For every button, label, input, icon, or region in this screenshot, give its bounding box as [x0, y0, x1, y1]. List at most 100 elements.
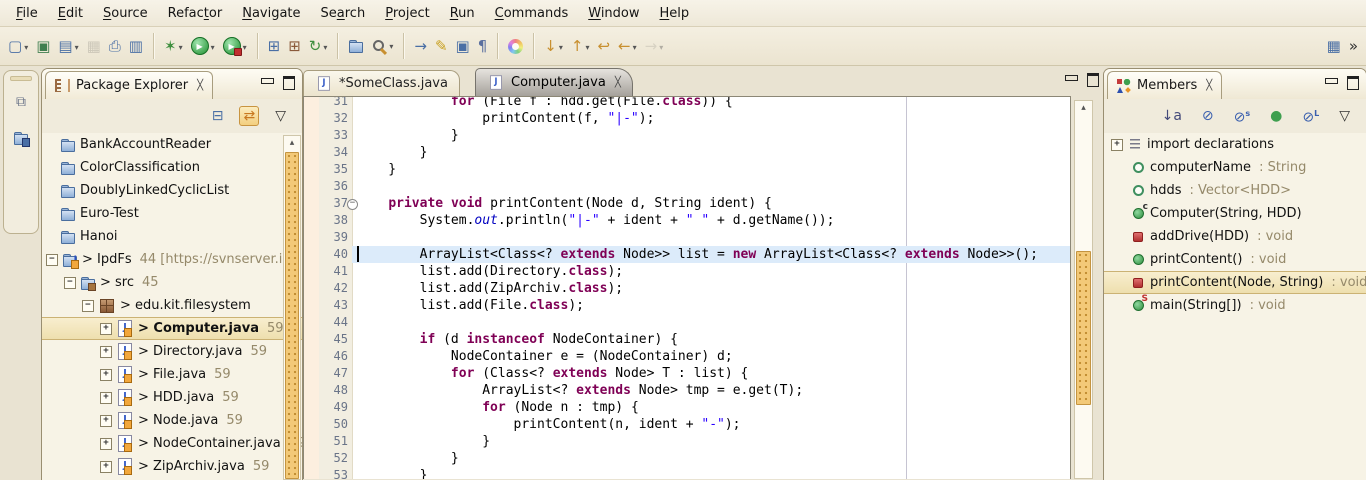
forward-button[interactable]: →▾ — [641, 35, 668, 58]
code-line-52[interactable]: 52 } — [304, 450, 1070, 467]
maximize-button[interactable] — [283, 76, 295, 90]
menu-window[interactable]: Window — [578, 3, 649, 24]
tree-item-colorclassification[interactable]: ColorClassification — [42, 156, 302, 179]
expander-icon[interactable]: + — [100, 415, 112, 427]
new-view-button[interactable]: ▤▾ — [54, 35, 82, 58]
fast-view-button[interactable]: ▦ — [1323, 35, 1345, 58]
expander-icon[interactable]: − — [82, 300, 94, 312]
view-menu-button[interactable]: ▽ — [1335, 106, 1354, 126]
open-resource-button[interactable] — [344, 35, 368, 57]
code-line-50[interactable]: 50 printContent(n, ident + "-"); — [304, 416, 1070, 433]
code-line-35[interactable]: 35 } — [304, 161, 1070, 178]
menu-file[interactable]: File — [6, 3, 48, 24]
generate-button[interactable]: ↻▾ — [305, 35, 332, 58]
editor-tab-computer-java[interactable]: Computer.java╳ — [475, 68, 633, 96]
scroll-up-icon[interactable]: ▴ — [1075, 102, 1092, 114]
code-line-39[interactable]: 39 — [304, 229, 1070, 246]
code-line-43[interactable]: 43 list.add(File.class); — [304, 297, 1070, 314]
tree-item-euro-test[interactable]: Euro-Test — [42, 202, 302, 225]
code-editor[interactable]: 31 for (File f : hdd.get(File.class)) {3… — [303, 96, 1071, 479]
menu-source[interactable]: Source — [93, 3, 158, 24]
print-button[interactable]: ⎙ — [105, 35, 125, 58]
new-class-button[interactable]: ▣ — [32, 35, 54, 58]
next-member-button[interactable]: → — [410, 35, 431, 58]
expander-icon[interactable]: + — [100, 438, 112, 450]
code-line-41[interactable]: 41 list.add(Directory.class); — [304, 263, 1070, 280]
code-line-32[interactable]: 32 printContent(f, "|-"); — [304, 110, 1070, 127]
menu-refactor[interactable]: Refactor — [158, 3, 233, 24]
code-line-36[interactable]: 36 — [304, 178, 1070, 195]
toolbar-overflow-button[interactable]: » — [1345, 35, 1362, 58]
tree-item-doublylinkedcycliclist[interactable]: DoublyLinkedCyclicList — [42, 179, 302, 202]
code-line-45[interactable]: 45 if (d instanceof NodeContainer) { — [304, 331, 1070, 348]
member-item-main-string[interactable]: Smain(String[]): void — [1104, 294, 1366, 317]
previous-annotation-button[interactable]: ↑▾ — [567, 35, 594, 58]
close-icon[interactable]: ╳ — [1206, 80, 1212, 91]
tree-item-nodecontainer-java[interactable]: +> NodeContainer.java59 — [42, 432, 302, 455]
maximize-button[interactable] — [1087, 73, 1099, 87]
hide-non-public-members-button[interactable]: ● — [1266, 106, 1286, 126]
run-button[interactable]: ▶▾ — [187, 34, 219, 58]
minimize-button[interactable] — [1065, 75, 1078, 81]
tree-item-bankaccountreader[interactable]: BankAccountReader — [42, 133, 302, 156]
hide-fields-button[interactable]: ⊘ — [1198, 106, 1218, 126]
code-line-44[interactable]: 44 — [304, 314, 1070, 331]
sort-button[interactable]: ↓a — [1158, 106, 1186, 126]
restore-views-icon[interactable]: ⧉ — [11, 93, 31, 111]
collapse-all-button[interactable]: ⊟ — [208, 106, 228, 126]
show-selected-element-button[interactable]: ▣ — [452, 35, 474, 58]
fast-view-bar-handle[interactable] — [10, 76, 32, 81]
scroll-up-icon[interactable]: ▴ — [284, 137, 300, 149]
minimize-button[interactable] — [1325, 78, 1338, 84]
menu-help[interactable]: Help — [650, 3, 700, 24]
new-project-button[interactable]: ⊞ — [264, 35, 285, 58]
code-line-38[interactable]: 38 System.out.println("|-" + ident + " "… — [304, 212, 1070, 229]
fold-collapse-icon[interactable]: − — [347, 199, 358, 210]
show-whitespace-button[interactable]: ¶ — [474, 35, 492, 58]
build-button[interactable]: ▥ — [125, 35, 147, 58]
editor-tab-someclass-java[interactable]: *SomeClass.java — [303, 70, 460, 96]
run-external-tools-button[interactable]: ▶▾ — [219, 34, 251, 58]
tree-item-hdd-java[interactable]: +> HDD.java59 — [42, 386, 302, 409]
hide-local-types-button[interactable]: ⊘L — [1298, 104, 1323, 128]
package-explorer-scrollbar[interactable]: ▴ — [283, 135, 301, 480]
menu-commands[interactable]: Commands — [485, 3, 579, 24]
code-line-33[interactable]: 33 } — [304, 127, 1070, 144]
members-tab[interactable]: Members ╳ — [1107, 71, 1222, 99]
member-item-computername[interactable]: computerName: String — [1104, 156, 1366, 179]
last-edit-location-button[interactable]: ↩ — [593, 35, 614, 58]
hide-static-members-button[interactable]: ⊘s — [1230, 104, 1255, 128]
new-junit-test-button[interactable]: ⊞ — [284, 35, 305, 58]
toggle-mark-occurrences-button[interactable]: ✎ — [431, 35, 452, 58]
menu-navigate[interactable]: Navigate — [232, 3, 310, 24]
expander-icon[interactable]: − — [64, 277, 76, 289]
code-line-53[interactable]: 53 } — [304, 467, 1070, 479]
menu-edit[interactable]: Edit — [48, 3, 93, 24]
link-with-editor-button[interactable]: ⇄ — [239, 106, 259, 126]
menu-project[interactable]: Project — [375, 3, 440, 24]
back-button[interactable]: ←▾ — [614, 35, 641, 58]
next-annotation-button[interactable]: ↓▾ — [540, 35, 567, 58]
tree-item-computer-java[interactable]: +> Computer.java59 — [42, 317, 302, 340]
scrollbar-thumb[interactable] — [1076, 251, 1091, 405]
code-line-37[interactable]: 37 private void printContent(Node d, Str… — [304, 195, 1070, 212]
code-line-48[interactable]: 48 ArrayList<? extends Node> tmp = e.get… — [304, 382, 1070, 399]
package-explorer-tab[interactable]: Package Explorer ╳ — [45, 71, 213, 99]
member-item-hdds[interactable]: hdds: Vector<HDD> — [1104, 179, 1366, 202]
expander-icon[interactable]: + — [100, 461, 112, 473]
member-item-printcontent-node-string[interactable]: printContent(Node, String): void — [1104, 271, 1366, 294]
search-button[interactable]: ▾ — [368, 36, 397, 57]
code-line-47[interactable]: 47 for (Class<? extends Node> T : list) … — [304, 365, 1070, 382]
debug-button[interactable]: ✶▾ — [160, 35, 187, 58]
code-line-51[interactable]: 51 } — [304, 433, 1070, 450]
code-line-42[interactable]: 42 list.add(ZipArchiv.class); — [304, 280, 1070, 297]
code-line-31[interactable]: 31 for (File f : hdd.get(File.class)) { — [304, 96, 1070, 110]
close-icon[interactable]: ╳ — [615, 77, 621, 88]
expander-icon[interactable]: − — [46, 254, 58, 266]
member-item-printcontent[interactable]: printContent(): void — [1104, 248, 1366, 271]
member-item-computer-string-hdd[interactable]: cComputer(String, HDD) — [1104, 202, 1366, 225]
code-line-40[interactable]: 40 ArrayList<Class<? extends Node>> list… — [304, 246, 1070, 263]
tree-item-ipdfs[interactable]: −J> IpdFs44 [https://svnserver.i — [42, 248, 302, 271]
tree-item-hanoi[interactable]: Hanoi — [42, 225, 302, 248]
open-perspective-icon[interactable] — [11, 129, 31, 147]
